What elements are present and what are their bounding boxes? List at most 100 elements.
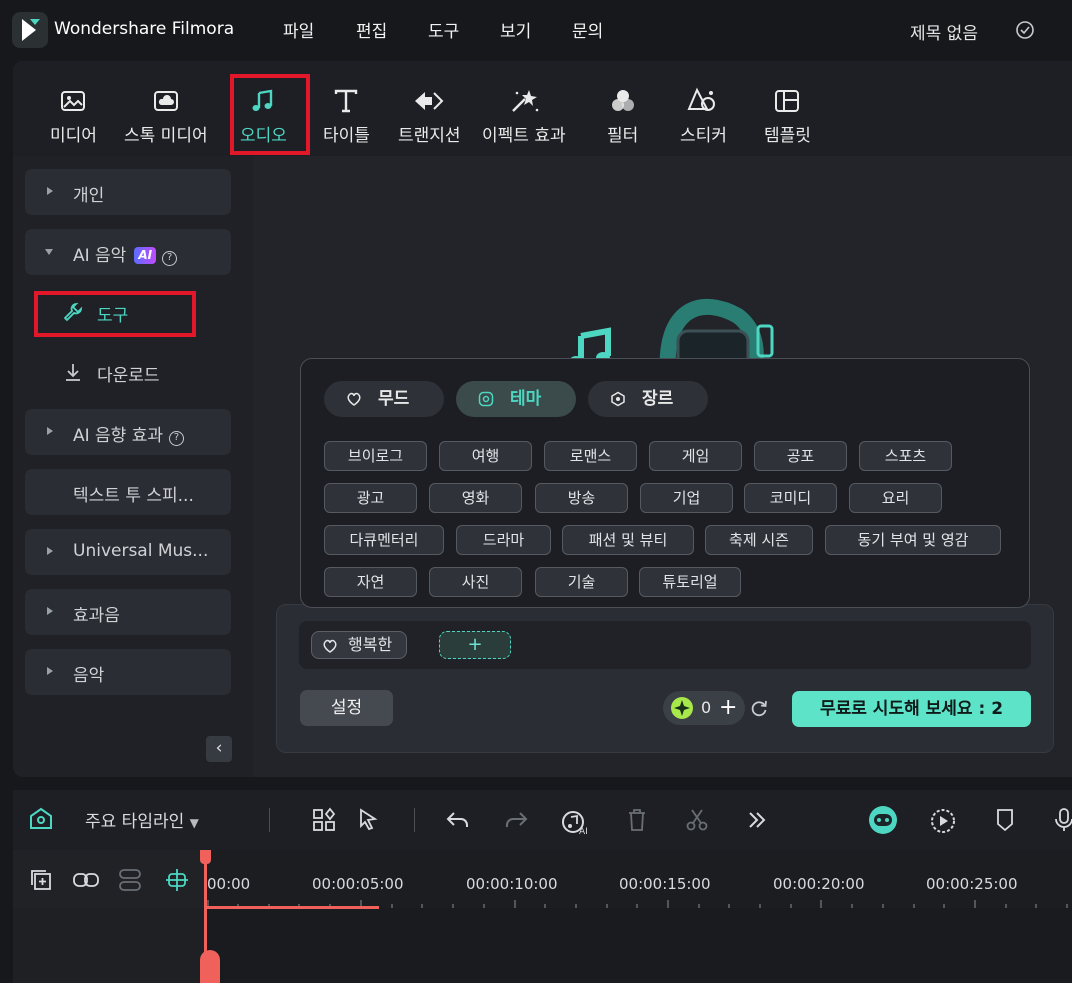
tag-movie[interactable]: 영화 bbox=[429, 483, 522, 513]
delete-icon[interactable] bbox=[625, 807, 649, 833]
selected-tag-chip[interactable]: 행복한 bbox=[311, 631, 408, 659]
tag-broadcast[interactable]: 방송 bbox=[535, 483, 628, 513]
collapse-sidebar-button[interactable]: ‹ bbox=[206, 736, 232, 762]
tag-motivation-inspiration[interactable]: 동기 부여 및 영감 bbox=[825, 525, 1001, 555]
playhead-handle[interactable] bbox=[200, 850, 211, 864]
unlink-icon[interactable] bbox=[117, 868, 143, 892]
tag-comedy[interactable]: 코미디 bbox=[744, 483, 837, 513]
refresh-icon[interactable] bbox=[749, 698, 769, 718]
tab-filters[interactable]: 필터 bbox=[607, 87, 638, 146]
filmora-logo bbox=[12, 12, 48, 48]
tag-corporate[interactable]: 기업 bbox=[640, 483, 733, 513]
menu-file[interactable]: 파일 bbox=[283, 17, 314, 42]
save-status-icon bbox=[1016, 21, 1034, 39]
tag-photography[interactable]: 사진 bbox=[429, 567, 522, 597]
asset-toolbar: 미디어 스톡 미디어 오디오 타이틀 트랜지션 이펙트 효과 필터 스티커 템플… bbox=[13, 61, 1072, 156]
media-icon bbox=[61, 91, 86, 111]
try-free-button[interactable]: 무료로 시도해 보세요 : 2 bbox=[792, 691, 1031, 727]
ai-assistant-icon[interactable] bbox=[867, 804, 899, 836]
tag-festive-season[interactable]: 축제 시즌 bbox=[705, 525, 813, 555]
sidebar-item-ai-music[interactable]: AI 음악 AI? bbox=[25, 229, 231, 275]
sparkle-icon bbox=[511, 90, 539, 112]
tag-vlog[interactable]: 브이로그 bbox=[324, 441, 427, 471]
tab-effects[interactable]: 이펙트 효과 bbox=[482, 87, 566, 146]
tab-transitions[interactable]: 트랜지션 bbox=[398, 87, 461, 146]
undo-icon[interactable] bbox=[445, 807, 471, 833]
timecode-label: 00:00:20:00 bbox=[773, 875, 865, 893]
tab-stock-media[interactable]: 스톡 미디어 bbox=[124, 87, 208, 146]
sidebar-item-music[interactable]: 음악 bbox=[25, 649, 231, 695]
ai-badge: AI bbox=[134, 247, 157, 264]
music-generator-box: 행복한 + 설정 0 + 무료로 시도해 보세요 : 2 bbox=[276, 604, 1054, 753]
tag-game[interactable]: 게임 bbox=[649, 441, 742, 471]
link-icon[interactable] bbox=[72, 869, 100, 891]
menu-help[interactable]: 문의 bbox=[572, 17, 603, 42]
marker-icon[interactable] bbox=[993, 807, 1017, 833]
timecode-label: 00:00 bbox=[207, 875, 251, 893]
audio-sidebar: 개인 AI 음악 AI? 도구 다운로드 AI 음향 효과? 텍스트 투 스피..… bbox=[13, 156, 253, 777]
scissors-icon[interactable] bbox=[684, 807, 710, 833]
home-icon[interactable] bbox=[28, 806, 54, 832]
sticker-icon bbox=[687, 87, 716, 111]
tag-travel[interactable]: 여행 bbox=[439, 441, 532, 471]
tab-mood[interactable]: 무드 bbox=[324, 381, 444, 417]
tag-horror[interactable]: 공포 bbox=[754, 441, 847, 471]
theme-tags-popup: 무드 테마 장르 브이로그 여행 로맨스 게임 공포 스포츠 광고 영화 방송 … bbox=[300, 358, 1030, 608]
sidebar-item-ai-sound-effects[interactable]: AI 음향 효과? bbox=[25, 409, 231, 455]
ai-audio-icon[interactable]: AI bbox=[561, 807, 591, 835]
work-area-bar[interactable] bbox=[206, 906, 379, 909]
expand-arrow-icon bbox=[47, 427, 53, 435]
menu-edit[interactable]: 편집 bbox=[356, 17, 387, 42]
select-cursor-icon[interactable] bbox=[357, 807, 383, 833]
tag-nature[interactable]: 자연 bbox=[324, 567, 417, 597]
tab-titles[interactable]: 타이틀 bbox=[323, 87, 370, 146]
tag-sports[interactable]: 스포츠 bbox=[859, 441, 952, 471]
timecode-label: 00:00:05:00 bbox=[312, 875, 404, 893]
timeline-selector[interactable]: 주요 타임라인 ▼ bbox=[85, 807, 199, 832]
sidebar-item-sound-effects[interactable]: 효과음 bbox=[25, 589, 231, 635]
tab-stickers[interactable]: 스티커 bbox=[680, 87, 727, 146]
redo-icon[interactable] bbox=[503, 807, 529, 833]
sidebar-item-text-to-speech[interactable]: 텍스트 투 스피... bbox=[25, 469, 231, 515]
cloud-folder-icon bbox=[153, 91, 178, 111]
settings-button[interactable]: 설정 bbox=[300, 690, 393, 726]
tag-fashion-beauty[interactable]: 패션 및 뷰티 bbox=[562, 525, 694, 555]
tab-media[interactable]: 미디어 bbox=[50, 87, 97, 146]
tag-cooking[interactable]: 요리 bbox=[849, 483, 942, 513]
tab-theme[interactable]: 테마 bbox=[456, 381, 576, 417]
tag-technology[interactable]: 기술 bbox=[535, 567, 628, 597]
menu-view[interactable]: 보기 bbox=[500, 17, 531, 42]
more-tools-icon[interactable] bbox=[745, 807, 769, 833]
tag-drama[interactable]: 드라마 bbox=[456, 525, 551, 555]
genre-icon bbox=[611, 391, 625, 407]
layout-grid-icon[interactable] bbox=[311, 807, 337, 833]
sidebar-item-personal[interactable]: 개인 bbox=[25, 169, 231, 215]
render-preview-icon[interactable] bbox=[929, 807, 957, 835]
prompt-tags-row: 행복한 + bbox=[299, 621, 1031, 669]
tab-genre[interactable]: 장르 bbox=[588, 381, 708, 417]
toolbar-divider bbox=[269, 808, 270, 832]
add-track-icon[interactable] bbox=[29, 868, 53, 892]
tools-highlight bbox=[34, 291, 196, 337]
collapse-arrow-icon bbox=[45, 249, 53, 255]
tag-ad[interactable]: 광고 bbox=[324, 483, 417, 513]
microphone-icon[interactable] bbox=[1053, 807, 1072, 833]
menu-tools[interactable]: 도구 bbox=[428, 17, 459, 42]
tag-documentary[interactable]: 다큐멘터리 bbox=[324, 525, 444, 555]
sidebar-item-universal-music[interactable]: Universal Mus... bbox=[25, 529, 231, 575]
tag-romance[interactable]: 로맨스 bbox=[544, 441, 637, 471]
tab-templates[interactable]: 템플릿 bbox=[764, 87, 811, 146]
help-icon[interactable]: ? bbox=[169, 431, 185, 446]
tag-tutorial[interactable]: 튜토리얼 bbox=[639, 567, 741, 597]
template-icon bbox=[775, 90, 800, 112]
timecode-label: 00:00:15:00 bbox=[619, 875, 711, 893]
add-credits-icon[interactable]: + bbox=[719, 695, 737, 720]
add-tag-button[interactable]: + bbox=[439, 631, 511, 659]
snap-magnet-icon[interactable] bbox=[164, 867, 190, 893]
expand-arrow-icon bbox=[47, 547, 53, 555]
transition-icon bbox=[415, 92, 444, 110]
playhead-bottom-handle[interactable] bbox=[200, 950, 220, 983]
help-icon[interactable]: ? bbox=[162, 251, 178, 266]
project-title[interactable]: 제목 없음 bbox=[910, 19, 978, 44]
credits-pill[interactable]: 0 + bbox=[663, 691, 745, 725]
